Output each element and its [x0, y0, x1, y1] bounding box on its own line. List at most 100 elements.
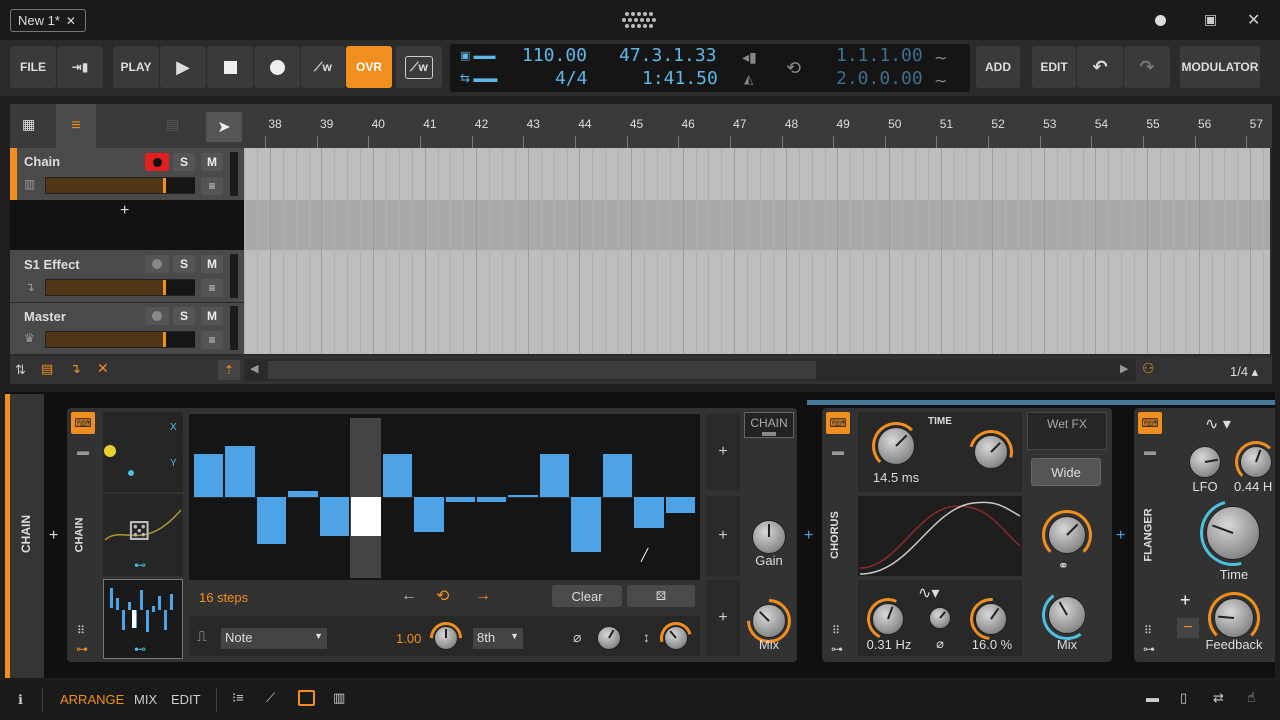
step-bar[interactable] [414, 497, 444, 533]
chorus-feedback-knob[interactable] [974, 435, 1008, 469]
step-bar[interactable] [602, 454, 633, 497]
undo-button[interactable]: ↶ [1077, 46, 1123, 88]
rate-knob[interactable] [872, 603, 904, 635]
loop-mode-icon[interactable]: ⟲ [436, 586, 449, 606]
randomize-button[interactable]: ⚄ [627, 585, 695, 607]
step-bar[interactable] [256, 497, 287, 544]
mute-button[interactable]: M [201, 255, 223, 273]
step-bar[interactable] [508, 495, 538, 497]
wet-fx-box[interactable]: Wet FX [1027, 412, 1107, 450]
delete-icon[interactable]: ✕ [97, 360, 109, 377]
lfo-rate-knob[interactable] [1240, 446, 1272, 478]
lfo-knob[interactable] [1189, 446, 1221, 478]
grid-view-icon[interactable]: ▦ [22, 116, 42, 136]
wide-toggle[interactable]: Wide [1031, 458, 1101, 486]
rate-select[interactable]: 8th ▼ [473, 628, 523, 649]
grid-resolution-select[interactable]: 1/4 ▴ [1230, 364, 1258, 380]
tempo-display[interactable]: 110.00 [522, 45, 587, 66]
time-display[interactable]: 1:41.50 [642, 68, 718, 89]
xy-point[interactable] [104, 445, 116, 457]
step-bar[interactable] [382, 454, 413, 497]
mute-button[interactable]: M [201, 153, 223, 171]
phase-knob[interactable] [597, 626, 621, 650]
arm-record-button[interactable] [145, 307, 169, 325]
maximize-icon[interactable]: ▣ [1204, 11, 1217, 28]
flanger-lfo-shape-icon[interactable]: ∿ ▾ [1205, 414, 1231, 434]
layout-icon[interactable]: ▤ [166, 116, 179, 133]
track-menu-button[interactable]: ≡ [201, 177, 223, 195]
remove-mod-icon[interactable]: − [1177, 618, 1199, 638]
fit-zoom-icon[interactable]: ⚇ [1142, 360, 1162, 380]
play-menu-button[interactable]: PLAY [113, 46, 159, 88]
step-bar[interactable] [445, 497, 475, 502]
volume-fader[interactable] [45, 331, 195, 348]
add-device-icon[interactable]: + [804, 527, 813, 545]
clip-launcher-icon[interactable]: ▤ [41, 361, 59, 379]
horizontal-scrollbar[interactable]: ◀ ▶ [244, 359, 1136, 381]
flanger-feedback-knob[interactable] [1214, 598, 1254, 638]
touch-mode-icon[interactable]: ☝ [1247, 689, 1256, 706]
device-grid-icon[interactable]: ⠿ [832, 624, 840, 637]
play-button[interactable]: ▶ [160, 46, 206, 88]
time-knob[interactable] [877, 427, 915, 465]
insert-icon[interactable]: ↴ [70, 361, 81, 377]
punch-out-icon[interactable]: ∼ [934, 71, 947, 91]
loop-icon[interactable]: ⟲ [786, 58, 801, 79]
step-bar[interactable] [634, 497, 664, 529]
chorus-mix-knob[interactable] [1048, 596, 1086, 634]
shift-left-icon[interactable]: ← [401, 587, 417, 605]
amount-value[interactable]: 1.00 [396, 631, 421, 646]
close-window-icon[interactable]: ✕ [1247, 10, 1260, 30]
mapping-icon[interactable]: ⇄ [1213, 690, 1224, 706]
step-bar[interactable] [476, 497, 507, 502]
modulator-route-icon[interactable]: ⊷ [134, 642, 146, 656]
step-bar[interactable] [539, 454, 570, 497]
add-slot-3[interactable]: + [706, 580, 740, 656]
mix-knob[interactable] [752, 604, 786, 638]
arm-record-button[interactable] [145, 255, 169, 273]
solo-button[interactable]: S [173, 307, 195, 325]
follow-playhead-icon[interactable]: ⇡ [218, 360, 240, 380]
device-grid-icon[interactable]: ⠿ [1144, 624, 1152, 637]
chorus-icon-button[interactable]: ⌨ [826, 412, 850, 434]
edit-button[interactable]: EDIT [1032, 46, 1076, 88]
metronome-icon[interactable]: ◂▮ [742, 49, 757, 66]
flanger-time-knob[interactable] [1206, 506, 1260, 560]
meter-display[interactable]: 4/4 [555, 68, 588, 89]
device-panel-toggle-icon[interactable] [298, 690, 315, 706]
add-slot-1[interactable]: + [706, 414, 740, 490]
loop-end-display[interactable]: 2.0.0.00 [836, 68, 923, 89]
position-display[interactable]: 47.3.1.33 [619, 45, 717, 66]
phase-offset-knob[interactable] [929, 607, 951, 629]
folder-icon[interactable]: ▬ [1144, 444, 1156, 458]
add-device-icon[interactable]: + [1116, 527, 1125, 545]
track-menu-button[interactable]: ≡ [201, 279, 223, 297]
overdub-button[interactable]: OVR [346, 46, 392, 88]
step-bar[interactable] [319, 497, 350, 536]
step-bar[interactable] [225, 446, 255, 497]
track-name[interactable]: Chain [24, 154, 60, 169]
add-lane-icon[interactable]: + [120, 202, 129, 220]
punch-in-icon[interactable]: ∼ [934, 48, 947, 68]
mix-tab[interactable]: MIX [134, 692, 157, 707]
volume-fader[interactable] [45, 279, 195, 296]
info-icon[interactable]: ℹ [18, 692, 23, 708]
file-icon[interactable]: ▯ [1180, 690, 1187, 706]
record-button[interactable] [254, 46, 300, 88]
step-bar[interactable] [351, 497, 381, 536]
device-grid-icon[interactable]: ⠿ [77, 624, 85, 637]
modulator-button[interactable]: MODULATOR [1180, 46, 1260, 88]
add-button[interactable]: ADD [976, 46, 1020, 88]
volume-fader[interactable] [45, 177, 195, 194]
arrange-tab[interactable]: ARRANGE [60, 692, 124, 707]
smooth-knob[interactable] [664, 626, 688, 650]
folder-icon[interactable]: ▬ [832, 444, 844, 458]
close-tab-icon[interactable]: ✕ [66, 14, 76, 28]
stop-button[interactable] [207, 46, 253, 88]
step-bar[interactable] [288, 490, 318, 497]
mixer-toggle-icon[interactable]: ▥ [333, 690, 345, 706]
step-bar[interactable] [194, 454, 224, 497]
trigger-icon[interactable]: ⎍ [197, 628, 207, 645]
folder-icon[interactable]: ▬ [77, 444, 89, 458]
clear-button[interactable]: Clear [552, 585, 622, 607]
